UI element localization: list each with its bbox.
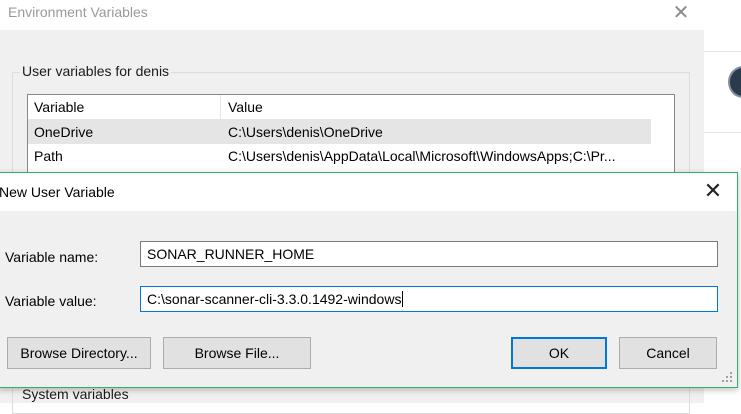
text-caret — [402, 291, 404, 307]
variable-name-input[interactable]: SONAR_RUNNER_HOME — [140, 241, 718, 267]
browse-file-button[interactable]: Browse File... — [163, 337, 311, 369]
variable-name-text: SONAR_RUNNER_HOME — [147, 246, 315, 262]
system-variables-label: System variables — [20, 386, 131, 402]
close-icon[interactable]: ✕ — [668, 1, 694, 25]
column-divider[interactable] — [220, 95, 221, 119]
variable-value-input[interactable]: C:\sonar-scanner-cli-3.3.0.1492-windows — [140, 286, 718, 312]
list-header: Variable Value — [28, 95, 651, 120]
dialog-body: Variable name: SONAR_RUNNER_HOME Variabl… — [0, 211, 737, 387]
env-titlebar: Environment Variables ✕ — [0, 0, 704, 30]
variable-value-text: C:\sonar-scanner-cli-3.3.0.1492-windows — [147, 291, 402, 307]
row-value: C:\Users\denis\OneDrive — [228, 124, 383, 140]
divider — [704, 132, 741, 133]
divider — [704, 51, 741, 52]
cancel-button[interactable]: Cancel — [619, 337, 717, 369]
browse-directory-button[interactable]: Browse Directory... — [7, 337, 151, 369]
variable-value-label: Variable value: — [5, 293, 97, 309]
table-row[interactable]: OneDrive C:\Users\denis\OneDrive — [28, 120, 651, 144]
close-icon[interactable]: ✕ — [699, 177, 727, 205]
row-variable: OneDrive — [34, 124, 94, 140]
column-header-value[interactable]: Value — [228, 99, 263, 115]
ok-button[interactable]: OK — [511, 337, 607, 369]
column-header-variable[interactable]: Variable — [34, 99, 84, 115]
env-window-title: Environment Variables — [8, 4, 148, 20]
resize-grip-icon[interactable] — [721, 371, 733, 383]
variable-name-label: Variable name: — [5, 249, 99, 265]
row-value: C:\Users\denis\AppData\Local\Microsoft\W… — [228, 148, 616, 164]
user-variables-label: User variables for denis — [20, 63, 172, 79]
row-variable: Path — [34, 148, 63, 164]
dialog-title: New User Variable — [0, 184, 115, 200]
new-user-variable-dialog: New User Variable ✕ Variable name: SONAR… — [0, 172, 738, 388]
table-row[interactable]: Path C:\Users\denis\AppData\Local\Micros… — [28, 144, 651, 168]
